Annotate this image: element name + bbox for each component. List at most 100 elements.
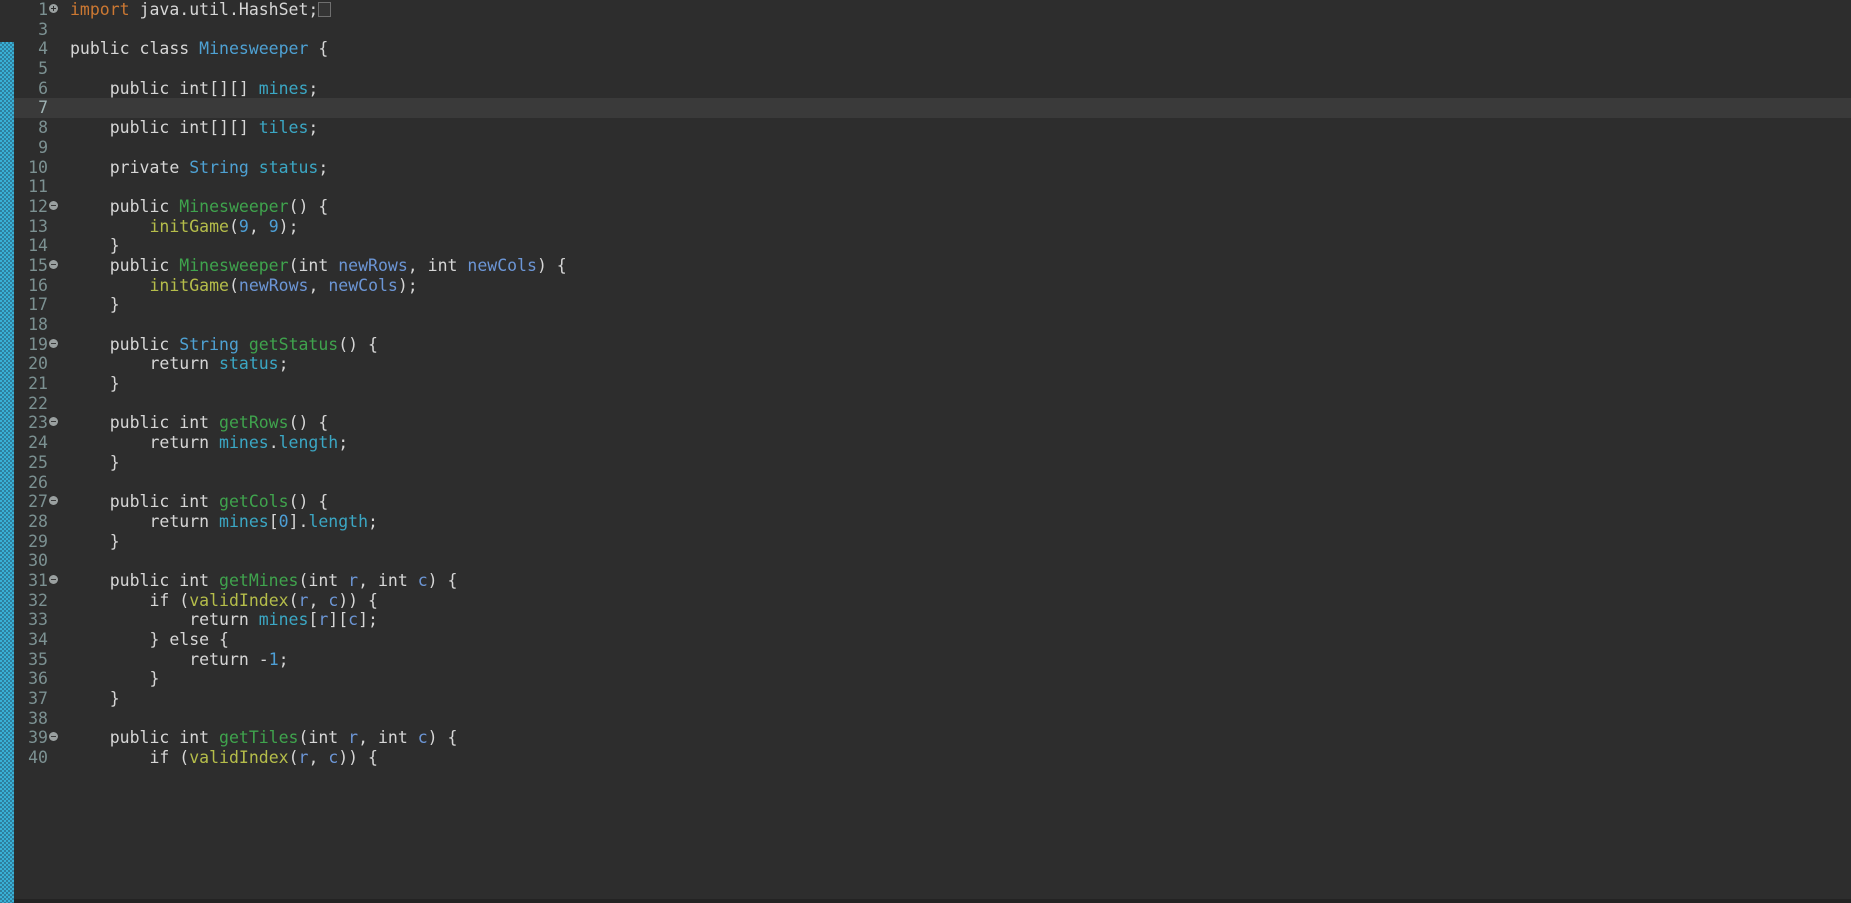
code-line[interactable]: 5 <box>0 59 1851 79</box>
code-surface[interactable]: 1 import java.util.HashSet; 3 4 public class… <box>0 0 1851 903</box>
code-line[interactable]: 3 <box>0 20 1851 40</box>
code-text[interactable]: public String getStatus() { <box>70 335 378 355</box>
fold-gutter-cell[interactable] <box>48 197 70 217</box>
code-text[interactable]: return mines.length; <box>70 433 348 453</box>
code-line[interactable]: 24 return mines.length; <box>0 433 1851 453</box>
code-text[interactable]: public int getCols() { <box>70 492 329 512</box>
code-line[interactable]: 20 return status; <box>0 354 1851 374</box>
fold-collapse-minus-icon[interactable] <box>49 259 58 269</box>
fold-collapse-minus-icon[interactable] <box>49 574 58 584</box>
code-line[interactable]: 31 public int getMines(int r, int c) { <box>0 571 1851 591</box>
code-text[interactable]: if (validIndex(r, c)) { <box>70 748 378 768</box>
code-line[interactable]: 17 } <box>0 295 1851 315</box>
code-text[interactable]: } <box>70 374 120 394</box>
code-text[interactable]: public Minesweeper() { <box>70 197 329 217</box>
code-line[interactable]: 23 public int getRows() { <box>0 413 1851 433</box>
code-line[interactable]: 39 public int getTiles(int r, int c) { <box>0 728 1851 748</box>
fold-collapse-minus-icon[interactable] <box>49 732 58 742</box>
code-line[interactable]: 34 } else { <box>0 630 1851 650</box>
fold-gutter-cell[interactable] <box>48 728 70 748</box>
code-text[interactable]: } <box>70 453 120 473</box>
code-line[interactable]: 32 if (validIndex(r, c)) { <box>0 591 1851 611</box>
code-text[interactable]: import java.util.HashSet; <box>70 0 332 20</box>
code-line[interactable]: 14 } <box>0 236 1851 256</box>
code-text[interactable]: public int[][] tiles; <box>70 118 319 138</box>
code-line[interactable]: 40 if (validIndex(r, c)) { <box>0 748 1851 768</box>
code-token: , int <box>358 570 418 590</box>
code-line[interactable]: 38 <box>0 709 1851 729</box>
fold-gutter-cell[interactable] <box>48 492 70 512</box>
code-line[interactable]: 29 } <box>0 532 1851 552</box>
fold-gutter-cell[interactable] <box>48 0 70 20</box>
code-text[interactable]: return mines[0].length; <box>70 512 378 532</box>
code-token: c <box>328 748 339 768</box>
fold-collapse-minus-icon[interactable] <box>49 338 58 348</box>
code-text[interactable]: } <box>70 236 120 256</box>
code-token: [ <box>308 610 319 630</box>
code-line[interactable]: 19 public String getStatus() { <box>0 335 1851 355</box>
code-line[interactable]: 25 } <box>0 453 1851 473</box>
code-text[interactable]: } <box>70 689 120 709</box>
code-text[interactable]: if (validIndex(r, c)) { <box>70 591 378 611</box>
code-line[interactable]: 28 return mines[0].length; <box>0 512 1851 532</box>
code-text[interactable]: } <box>70 295 120 315</box>
code-token: 9 <box>238 216 249 236</box>
code-text[interactable]: public int getRows() { <box>70 413 329 433</box>
code-line[interactable]: 27 public int getCols() { <box>0 492 1851 512</box>
code-line[interactable]: 16 initGame(newRows, newCols); <box>0 276 1851 296</box>
fold-gutter-cell[interactable] <box>48 413 70 433</box>
code-text[interactable]: } <box>70 669 159 689</box>
code-line[interactable]: 15 public Minesweeper(int newRows, int n… <box>0 256 1851 276</box>
collapsed-fold-placeholder[interactable] <box>318 2 332 17</box>
code-line[interactable]: 26 <box>0 473 1851 493</box>
code-text[interactable]: private String status; <box>70 157 329 178</box>
code-text[interactable]: public Minesweeper(int newRows, int newC… <box>70 256 567 276</box>
code-line[interactable]: 7 <box>0 98 1851 119</box>
code-line[interactable]: 11 <box>0 177 1851 197</box>
code-line[interactable]: 8 public int[][] tiles; <box>0 118 1851 138</box>
code-editor[interactable]: 1 import java.util.HashSet; 3 4 public class… <box>0 0 1851 903</box>
code-line[interactable]: 4 public class Minesweeper { <box>0 39 1851 59</box>
code-token: ( <box>228 216 239 236</box>
code-token: ][ <box>328 610 349 630</box>
code-text[interactable]: initGame(newRows, newCols); <box>70 275 417 296</box>
fold-collapse-minus-icon[interactable] <box>49 496 58 506</box>
code-line[interactable]: 13 initGame(9, 9); <box>0 217 1851 237</box>
fold-gutter-cell[interactable] <box>48 335 70 355</box>
code-line[interactable]: 10 private String status; <box>0 158 1851 178</box>
code-line[interactable]: 30 <box>0 551 1851 571</box>
code-token: String <box>189 157 249 177</box>
code-token: newRows <box>238 275 309 295</box>
code-text[interactable]: public int getTiles(int r, int c) { <box>70 728 458 748</box>
code-line[interactable]: 37 } <box>0 689 1851 709</box>
code-text[interactable]: return -1; <box>70 649 288 670</box>
code-token: , <box>308 748 329 768</box>
code-line[interactable]: 6 public int[][] mines; <box>0 79 1851 99</box>
code-line[interactable]: 36 } <box>0 669 1851 689</box>
code-text[interactable]: public int[][] mines; <box>70 79 319 99</box>
code-text[interactable]: return mines[r][c]; <box>70 610 378 630</box>
code-line[interactable]: 22 <box>0 394 1851 414</box>
code-line[interactable]: 33 return mines[r][c]; <box>0 610 1851 630</box>
code-text[interactable]: public class Minesweeper { <box>70 39 328 59</box>
code-line[interactable]: 12 public Minesweeper() { <box>0 197 1851 217</box>
code-token: 1 <box>268 649 279 669</box>
code-text[interactable]: } <box>70 532 120 552</box>
code-line[interactable]: 35 return -1; <box>0 650 1851 670</box>
code-text[interactable]: public int getMines(int r, int c) { <box>70 570 458 591</box>
fold-collapse-minus-icon[interactable] <box>49 200 58 210</box>
fold-gutter-cell[interactable] <box>48 256 70 276</box>
fold-expand-plus-icon[interactable] <box>49 4 58 13</box>
code-text[interactable]: return status; <box>70 354 288 374</box>
code-line[interactable]: 1 import java.util.HashSet; <box>0 0 1851 20</box>
code-text[interactable]: initGame(9, 9); <box>70 216 298 237</box>
horizontal-scrollbar[interactable] <box>14 899 1851 903</box>
fold-gutter-cell[interactable] <box>48 571 70 591</box>
code-line[interactable]: 18 <box>0 315 1851 335</box>
code-text[interactable]: } else { <box>70 630 228 650</box>
vertical-scrollbar-thumb[interactable] <box>0 42 14 903</box>
code-line[interactable]: 9 <box>0 138 1851 158</box>
code-line[interactable]: 21 } <box>0 374 1851 394</box>
fold-collapse-minus-icon[interactable] <box>49 417 58 427</box>
